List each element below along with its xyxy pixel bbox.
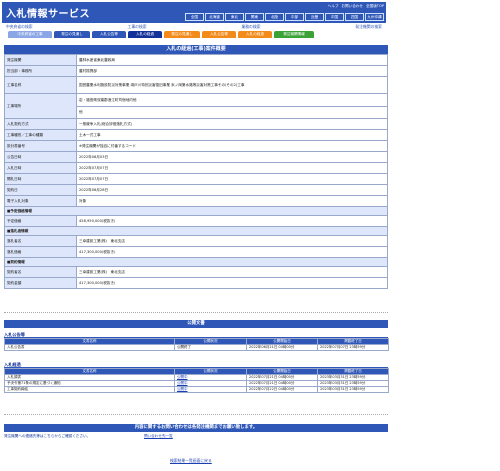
public-documents-title: 公開文書 bbox=[4, 320, 388, 328]
field-value: 2022年07月07日 bbox=[76, 162, 388, 174]
back-to-results-link[interactable]: 検索結果一覧画面に戻る bbox=[170, 458, 212, 464]
field-label: 入札日時 bbox=[4, 162, 77, 174]
divider bbox=[4, 414, 388, 415]
contract-price-value: 417,300,000(税抜き) bbox=[76, 277, 388, 289]
field-label: 契約金額 bbox=[4, 277, 77, 289]
field-label: 公告日時 bbox=[4, 151, 77, 163]
tab-outlook[interactable]: 発注の見通し bbox=[54, 31, 90, 38]
inquiry-title: 内容に関するお問い合わせは各発注機関までお願い致します。 bbox=[4, 424, 388, 432]
field-label: 契約日 bbox=[4, 184, 77, 196]
field-value: 2022年06月28日 bbox=[76, 184, 388, 196]
tab-notice-service[interactable]: 入札公告等 bbox=[202, 31, 236, 38]
notice-docs-heading: 入札公告等 bbox=[4, 331, 388, 338]
doc-start: 2022年07月22日 04時00分 bbox=[246, 386, 318, 393]
region-tab[interactable]: 近畿 bbox=[305, 13, 324, 21]
field-label: 落札価格 bbox=[4, 246, 77, 258]
tab-central[interactable]: 中央府省の工事 bbox=[8, 31, 52, 38]
central-search-link[interactable]: 中央府省の検索 bbox=[6, 24, 33, 30]
tab-progress-service[interactable]: 入札の経過 bbox=[238, 31, 272, 38]
region-tab[interactable]: 九州沖縄 bbox=[365, 13, 384, 21]
tab-bar: 中央府省の工事 発注の見通し 入札公告等 入札の経過 発注の見通し 入札公告等 … bbox=[8, 31, 386, 38]
region-tab[interactable]: 全国 bbox=[185, 13, 204, 21]
search-category-bar: 中央府省の検索 工事の検索 業務の検索 発注機関の検索 bbox=[2, 23, 386, 30]
tab-progress[interactable]: 入札の経過 bbox=[128, 31, 162, 38]
field-label: 担当部・事務所 bbox=[4, 65, 77, 77]
region-tab[interactable]: 東北 bbox=[225, 13, 244, 21]
divider bbox=[4, 312, 388, 313]
tab-outlook-service[interactable]: 発注の見通し bbox=[164, 31, 200, 38]
field-value: 国営農業水利施設防災対策事業 鴻戸川特別災害復旧事業 米ノ岡第水路等災害対策工事… bbox=[76, 76, 388, 94]
tab-agency-info[interactable]: 発注機関情報 bbox=[274, 31, 314, 38]
doc-status: 公開終了 bbox=[174, 344, 247, 351]
table-row: 入札公告書 公開終了 2022年06月21日 04時00分 2022年07月07… bbox=[4, 344, 389, 351]
region-tab[interactable]: 北陸 bbox=[265, 13, 284, 21]
field-label: 工事名称 bbox=[4, 76, 77, 94]
region-tab[interactable]: 関東 bbox=[245, 13, 264, 21]
doc-status-link[interactable]: 公開中 bbox=[174, 386, 247, 393]
field-label: 発注機関 bbox=[4, 54, 77, 66]
region-tab[interactable]: 中部 bbox=[285, 13, 304, 21]
field-value: ※発注機関が独自に付番するコード bbox=[76, 140, 388, 152]
progress-docs-heading: 入札経過 bbox=[4, 361, 388, 368]
field-value: 対象 bbox=[76, 195, 388, 207]
doc-start: 2022年06月21日 04時00分 bbox=[246, 344, 318, 351]
agency-search-link[interactable]: 発注機関の検索 bbox=[355, 24, 382, 30]
case-summary-table: 発注機関 農林水産省東北農政局 担当部・事務所 農村振興部 工事名称 国営農業水利施設… bbox=[4, 54, 388, 289]
field-label: 設計書番号 bbox=[4, 140, 77, 152]
public-documents: 公開文書 入札公告等 文書名称 公開状況 公開開始日 掲載終了日 入札公告書 公… bbox=[4, 320, 389, 393]
service-search-link[interactable]: 業務の検索 bbox=[241, 24, 260, 30]
case-summary: 入札の経過(工事)案件概要 発注機関 農林水産省東北農政局 担当部・事務所 農村振興… bbox=[4, 45, 388, 289]
group-heading-contract: ■契約情報 bbox=[4, 257, 388, 267]
field-label: 落札者名 bbox=[4, 235, 77, 247]
estimate-price-value: 458,950,000(税抜き) bbox=[76, 215, 388, 227]
field-value: 土木一式工事 bbox=[76, 129, 388, 141]
national-top-link[interactable]: 全国版TOP bbox=[366, 4, 384, 9]
region-tab[interactable]: 中国 bbox=[325, 13, 344, 21]
field-label: 予定価格 bbox=[4, 215, 77, 227]
group-heading-bidder: ■落札者情報 bbox=[4, 226, 388, 236]
region-tab[interactable]: 北海道 bbox=[205, 13, 224, 21]
contact-link[interactable]: お問い合わせ bbox=[341, 4, 363, 9]
inquiry-label: 発注機関への連絡先等はこちらからご確認ください。 bbox=[4, 433, 91, 438]
table-row: 工事契約締結 公開中 2022年07月22日 04時00分 2023年03月31… bbox=[4, 386, 389, 393]
field-value: 農林水産省東北農政局 bbox=[76, 54, 388, 66]
site-header: 入札情報サービス ヘルプ お問い合わせ 全国版TOP 全国 北海道 東北 関東 … bbox=[2, 2, 386, 23]
field-value: 一般競争入札(総合評価落札方式) bbox=[76, 118, 388, 130]
region-nav: 全国 北海道 東北 関東 北陸 中部 近畿 中国 四国 九州沖縄 bbox=[185, 13, 384, 21]
doc-end: 2023年03月31日 23時59分 bbox=[317, 386, 389, 393]
help-link[interactable]: ヘルプ bbox=[328, 4, 339, 9]
bidder-name-value: 三幸建設工業(株) 東北支店 bbox=[76, 235, 388, 247]
contractor-name-value: 三幸建設工業(株) 東北支店 bbox=[76, 266, 388, 278]
field-label: 契約者名 bbox=[4, 266, 77, 278]
doc-name: 入札公告書 bbox=[4, 344, 175, 351]
field-label: 工事場所 bbox=[4, 93, 77, 119]
notice-docs-table: 文書名称 公開状況 公開開始日 掲載終了日 入札公告書 公開終了 2022年06… bbox=[4, 338, 389, 351]
field-label: 工事種別／工事の種類 bbox=[4, 129, 77, 141]
bid-price-value: 417,300,000(税抜き) bbox=[76, 246, 388, 258]
progress-docs-table: 文書名称 公開状況 公開開始日 掲載終了日 入札調書 公開中 2022年07月2… bbox=[4, 368, 389, 393]
construction-search-link[interactable]: 工事の検索 bbox=[128, 24, 147, 30]
top-nav: ヘルプ お問い合わせ 全国版TOP bbox=[328, 4, 384, 9]
inquiry-section: 内容に関するお問い合わせは各発注機関までお願い致します。 発注機関への連絡先等は… bbox=[4, 424, 388, 440]
field-value: 2022年06月03日 bbox=[76, 151, 388, 163]
group-heading-estimate: ■予定価格情報 bbox=[4, 206, 388, 216]
field-value: 他 bbox=[76, 106, 388, 119]
doc-end: 2022年07月07日 23時59分 bbox=[317, 344, 389, 351]
site-title: 入札情報サービス bbox=[6, 9, 90, 20]
tab-notice[interactable]: 入札公告等 bbox=[92, 31, 126, 38]
field-label: 入札契約方式 bbox=[4, 118, 77, 130]
field-value: 農村振興部 bbox=[76, 65, 388, 77]
field-value: 2022年07月07日 bbox=[76, 173, 388, 185]
case-summary-title: 入札の経過(工事)案件概要 bbox=[4, 45, 388, 54]
inquiry-row: 発注機関への連絡先等はこちらからご確認ください。 問い合わせ先一覧 bbox=[4, 432, 388, 440]
region-tab[interactable]: 四国 bbox=[345, 13, 364, 21]
doc-name: 工事契約締結 bbox=[4, 386, 175, 393]
field-label: 電子入札対象 bbox=[4, 195, 77, 207]
contact-list-link[interactable]: 問い合わせ先一覧 bbox=[144, 434, 173, 439]
field-value: 岩・福島県双葉郡浪江町苅宿地内他 bbox=[76, 93, 388, 107]
field-label: 開札日時 bbox=[4, 173, 77, 185]
